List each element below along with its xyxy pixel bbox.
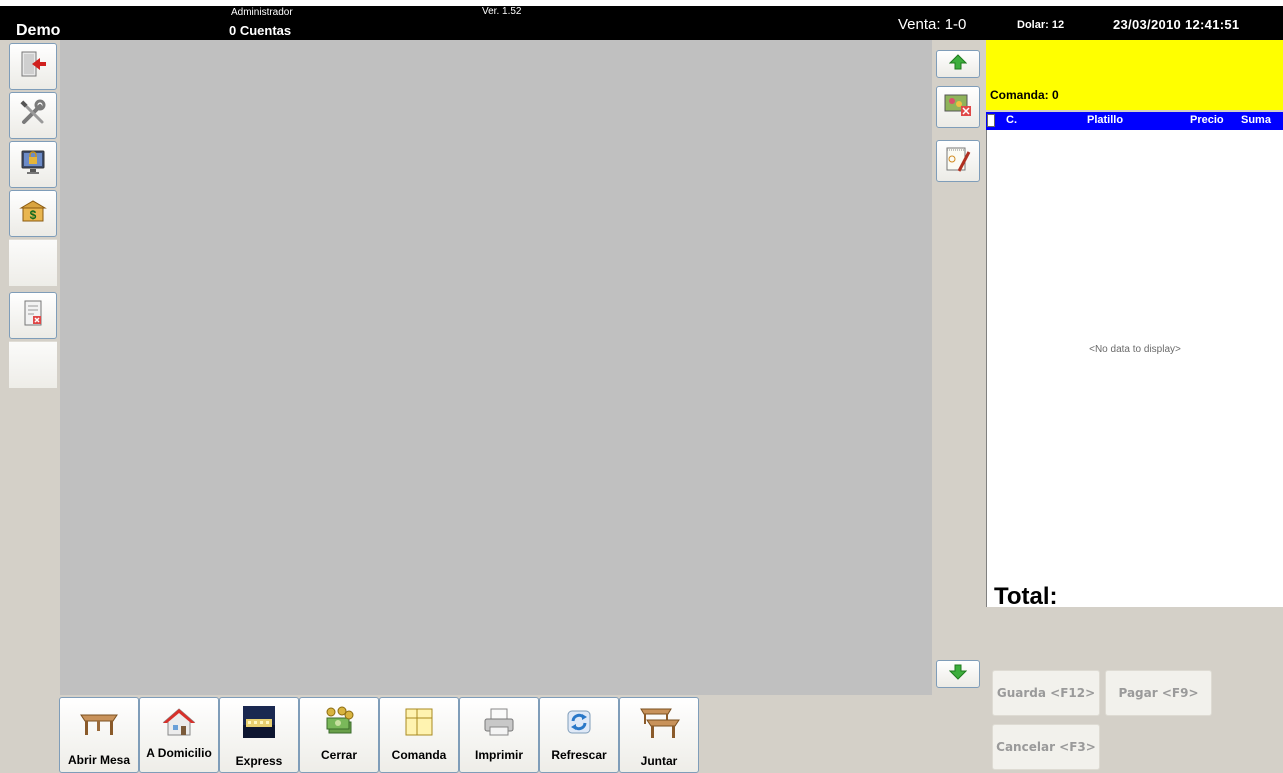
svg-text:$: $ — [30, 208, 37, 222]
cerrar-label: Cerrar — [320, 748, 358, 762]
exit-door-icon — [18, 49, 48, 84]
blank-slot — [9, 341, 57, 388]
order-panel: Comanda: 0 C. Platillo Precio Suma <No d… — [986, 40, 1283, 773]
accounts-count: 0 Cuentas — [229, 23, 292, 38]
exit-button[interactable] — [9, 43, 57, 90]
order-grid[interactable]: <No data to display> — [986, 130, 1283, 607]
comanda-button[interactable]: Comanda — [379, 697, 459, 773]
imprimir-label: Imprimir — [474, 748, 523, 762]
cerrar-button[interactable]: Cerrar — [299, 697, 379, 773]
column-header-platillo[interactable]: Platillo — [1087, 114, 1123, 126]
a-domicilio-label: A Domicilio — [146, 746, 212, 760]
order-header: Comanda: 0 — [986, 40, 1283, 110]
refrescar-label: Refrescar — [551, 748, 607, 762]
blank-slot — [9, 239, 57, 286]
cancelar-button[interactable]: Cancelar <F3> — [992, 724, 1100, 770]
report-cancel-icon — [18, 298, 48, 333]
juntar-label: Juntar — [640, 754, 678, 768]
tools-icon — [18, 98, 48, 133]
scroll-down-button[interactable] — [936, 660, 980, 688]
column-header-c[interactable]: C. — [1006, 114, 1017, 126]
pagar-button[interactable]: Pagar <F9> — [1105, 670, 1212, 716]
order-sheet-icon — [380, 704, 458, 740]
notepad-edit-icon — [943, 144, 973, 179]
datetime: 23/03/2010 12:41:51 — [1113, 17, 1240, 32]
app-name: Demo — [16, 22, 61, 39]
abrir-mesa-button[interactable]: Abrir Mesa — [59, 697, 139, 773]
comanda-label: Comanda: 0 — [990, 88, 1059, 102]
report-button[interactable] — [9, 292, 57, 339]
right-tool-column — [932, 40, 986, 773]
cash-box-icon: $ — [18, 196, 48, 231]
abrir-mesa-label: Abrir Mesa — [67, 753, 131, 767]
refresh-icon — [540, 704, 618, 740]
order-grid-header: C. Platillo Precio Suma — [986, 112, 1283, 130]
arrow-down-icon — [948, 663, 968, 686]
column-header-suma[interactable]: Suma — [1241, 114, 1271, 126]
cash-box-button[interactable]: $ — [9, 190, 57, 237]
table-icon — [60, 704, 138, 740]
house-icon — [140, 704, 218, 740]
edit-note-button[interactable] — [936, 140, 980, 182]
guarda-button[interactable]: Guarda <F12> — [992, 670, 1100, 716]
select-all-cell[interactable] — [987, 114, 995, 127]
picture-cancel-icon — [943, 91, 973, 124]
total-label: Total: — [994, 583, 1058, 610]
lock-screen-icon — [18, 147, 48, 182]
train-icon — [220, 704, 298, 740]
column-header-precio[interactable]: Precio — [1190, 114, 1224, 126]
version-label: Ver. 1.52 — [482, 6, 522, 17]
juntar-button[interactable]: Juntar — [619, 697, 699, 773]
lock-button[interactable] — [9, 141, 57, 188]
money-icon — [300, 704, 378, 740]
left-toolbar: $ — [0, 40, 60, 773]
refrescar-button[interactable]: Refrescar — [539, 697, 619, 773]
empty-message: <No data to display> — [1089, 344, 1181, 355]
settings-button[interactable] — [9, 92, 57, 139]
bottom-toolbar: Abrir Mesa A Domicilio Express Cerrar Co… — [0, 695, 932, 773]
join-tables-icon — [620, 704, 698, 740]
a-domicilio-button[interactable]: A Domicilio — [139, 697, 219, 773]
express-label: Express — [235, 754, 283, 768]
venta-label: Venta: 1-0 — [898, 16, 967, 33]
scroll-up-button[interactable] — [936, 50, 980, 78]
arrow-up-icon — [948, 53, 968, 76]
tables-area[interactable] — [60, 40, 932, 695]
status-header: Demo Administrador 0 Cuentas Ver. 1.52 V… — [0, 6, 1283, 40]
user-name: Administrador — [231, 7, 293, 18]
express-button[interactable]: Express — [219, 697, 299, 773]
title-bar: Demo Administrador 0 Cuentas Ver. 1.52 V… — [0, 0, 1283, 40]
dolar-rate: Dolar: 12 — [1017, 19, 1065, 31]
printer-icon — [460, 704, 538, 740]
imprimir-button[interactable]: Imprimir — [459, 697, 539, 773]
picture-cancel-button[interactable] — [936, 86, 980, 128]
comanda-label-button: Comanda — [391, 748, 447, 762]
